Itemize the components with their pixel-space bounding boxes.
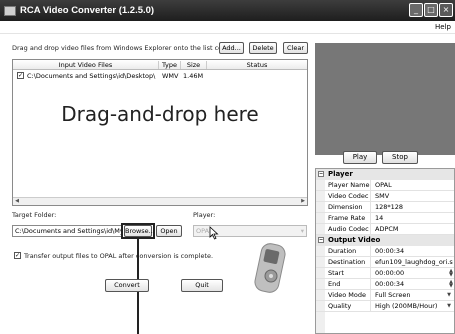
property-value[interactable]: efun109_laughdog_ori.smv <box>373 257 453 268</box>
column-input-files[interactable]: Input Video Files <box>13 61 159 69</box>
property-row[interactable]: Start 00:00:00 ▲ ▼ <box>316 268 454 279</box>
row-type: WMV <box>162 72 179 80</box>
property-row[interactable]: Dimension 128*128 <box>316 202 454 213</box>
property-key: Duration <box>326 246 371 257</box>
clear-button[interactable]: Clear <box>283 42 308 54</box>
side-panel: Play Stop − Player Player Name OPAL Video… <box>311 34 455 334</box>
output-section-header[interactable]: − Output Video <box>316 235 454 246</box>
property-value: 14 <box>375 214 384 222</box>
quit-button[interactable]: Quit <box>181 279 223 292</box>
video-preview <box>315 43 455 155</box>
target-folder-input[interactable]: C:\Documents and Settings\id\My Do <box>12 225 122 237</box>
property-row[interactable]: Frame Rate 14 <box>316 213 454 224</box>
property-row[interactable]: Quality High (200MB/Hour) ▼ <box>316 301 454 312</box>
maximize-button[interactable]: □ <box>424 3 438 17</box>
scroll-left-icon[interactable]: ◀ <box>13 198 21 205</box>
property-row[interactable]: Video Mode Full Screen ▼ <box>316 290 454 301</box>
player-label: Player: <box>193 211 216 219</box>
title-bar: RCA Video Converter (1.2.5.0) _ □ × <box>0 0 455 21</box>
property-key: Quality <box>326 301 371 312</box>
window-title: RCA Video Converter (1.2.5.0) <box>20 5 155 16</box>
play-button[interactable]: Play <box>343 151 377 164</box>
player-device-image <box>254 243 286 293</box>
add-button[interactable]: Add... <box>219 42 244 54</box>
column-status[interactable]: Status <box>207 61 307 69</box>
column-type[interactable]: Type <box>159 61 181 69</box>
scroll-right-icon[interactable]: ▶ <box>299 198 307 205</box>
browse-highlight-box <box>121 223 155 239</box>
file-list-header: Input Video Files Type Size Status <box>13 60 307 70</box>
menu-help[interactable]: Help <box>435 23 451 31</box>
property-value: 128*128 <box>375 203 404 211</box>
transfer-checkbox[interactable]: ✓ <box>14 252 21 259</box>
end-time-input[interactable]: 00:00:34 <box>373 279 453 290</box>
player-section-title: Player <box>328 170 353 178</box>
property-value: SMV <box>375 192 390 200</box>
video-mode-select[interactable]: Full Screen <box>373 290 453 301</box>
spinner-icon[interactable]: ▲ ▼ <box>449 269 453 278</box>
list-item[interactable]: ✓ C:\Documents and Settings\id\Desktop\ … <box>13 71 307 81</box>
open-button[interactable]: Open <box>156 225 182 237</box>
property-key: Video Mode <box>326 290 371 301</box>
menu-bar: Help <box>0 21 455 34</box>
spinner-icon[interactable]: ▲ ▼ <box>449 280 453 289</box>
instruction-text: Drag and drop video files from Windows E… <box>12 44 244 52</box>
player-section-header[interactable]: − Player <box>316 169 454 180</box>
file-list[interactable]: Input Video Files Type Size Status ✓ C:\… <box>12 59 308 206</box>
column-size[interactable]: Size <box>181 61 207 69</box>
chevron-down-icon[interactable]: ▼ <box>445 291 453 299</box>
property-key: Audio Codec <box>326 224 371 235</box>
properties-grid: − Player Player Name OPAL Video Codec SMV … <box>315 168 455 334</box>
row-checkbox[interactable]: ✓ <box>17 72 24 79</box>
app-icon <box>4 5 16 16</box>
property-key: Dimension <box>326 202 371 213</box>
target-folder-label: Target Folder: <box>12 211 57 219</box>
chevron-down-icon[interactable]: ▼ <box>445 302 453 310</box>
collapse-icon[interactable]: − <box>318 237 324 243</box>
chevron-down-icon: ▾ <box>300 227 304 235</box>
property-key: Frame Rate <box>326 213 371 224</box>
close-button[interactable]: × <box>439 3 453 17</box>
transfer-label: Transfer output files to OPAL after conv… <box>24 252 214 260</box>
property-value: OPAL <box>375 181 392 189</box>
property-row[interactable]: Audio Codec ADPCM <box>316 224 454 235</box>
property-row[interactable]: Video Codec SMV <box>316 191 454 202</box>
property-key: Destination <box>326 257 371 268</box>
stop-button[interactable]: Stop <box>382 151 418 164</box>
horizontal-scrollbar[interactable]: ◀ ▶ <box>13 197 307 205</box>
mouse-cursor-icon <box>209 226 219 240</box>
row-path: C:\Documents and Settings\id\Desktop\ <box>27 72 156 80</box>
minimize-button[interactable]: _ <box>409 3 423 17</box>
property-row[interactable]: Duration 00:00:34 <box>316 246 454 257</box>
convert-button[interactable]: Convert <box>105 279 149 292</box>
property-row[interactable]: Destinationefun109_laughdog_ori.smv <box>316 257 454 268</box>
property-row[interactable]: End 00:00:34 ▲ ▼ <box>316 279 454 290</box>
property-key: Start <box>326 268 371 279</box>
property-row[interactable]: Player Name OPAL <box>316 180 454 191</box>
property-value: ADPCM <box>375 225 399 233</box>
row-size: 1.46M <box>183 72 204 80</box>
start-time-input[interactable]: 00:00:00 <box>373 268 453 279</box>
collapse-icon[interactable]: − <box>318 171 324 177</box>
delete-button[interactable]: Delete <box>249 42 277 54</box>
property-key: End <box>326 279 371 290</box>
output-section-title: Output Video <box>328 236 381 244</box>
quality-select[interactable]: High (200MB/Hour) <box>373 301 453 312</box>
property-key: Player Name <box>328 180 371 191</box>
property-key: Video Codec <box>326 191 371 202</box>
property-value: 00:00:34 <box>375 247 405 255</box>
drag-drop-hint: Drag-and-drop here <box>61 102 259 126</box>
